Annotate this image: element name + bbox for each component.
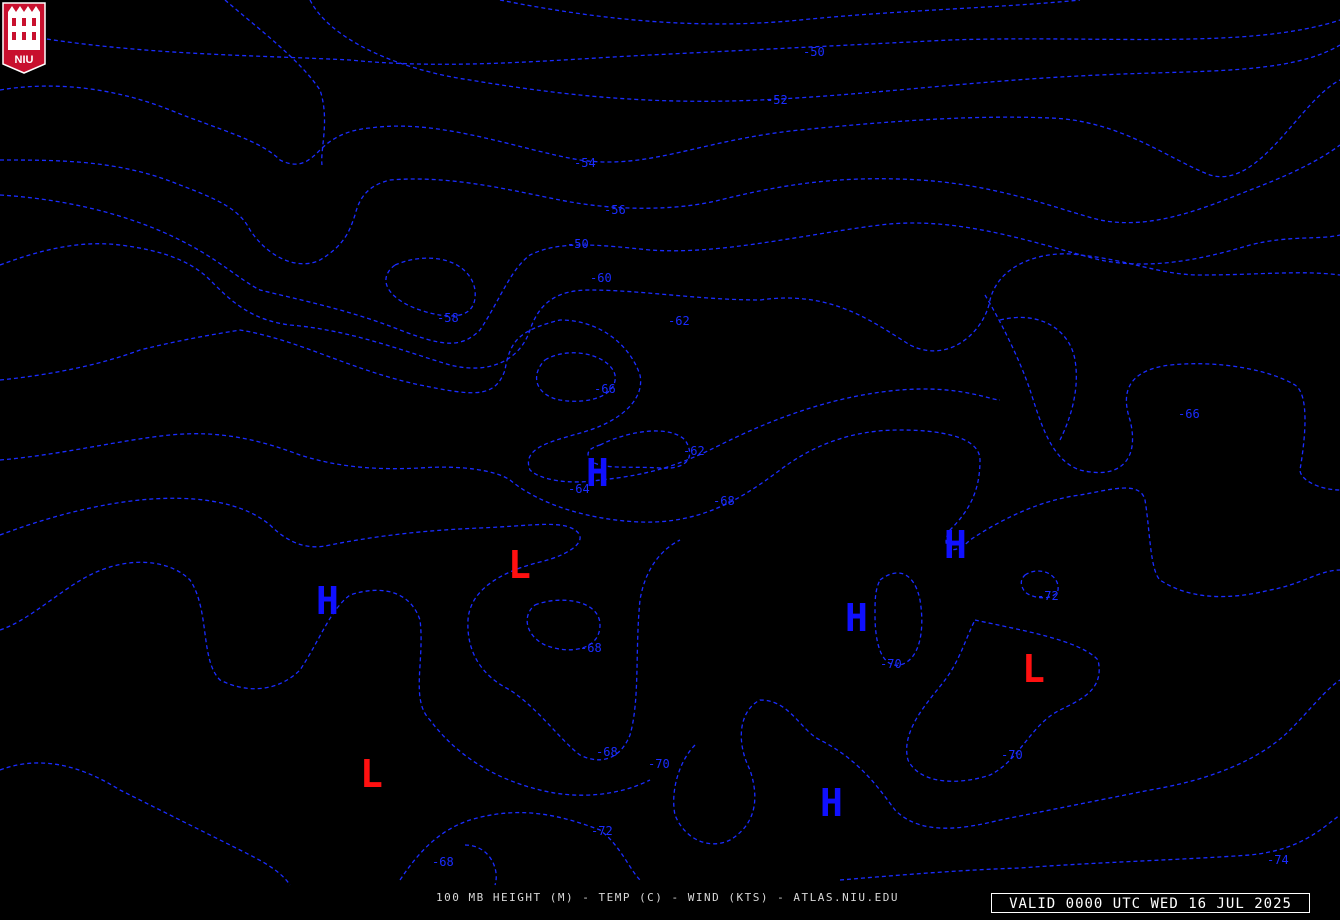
isotherm-label: -58: [437, 311, 459, 325]
isotherm-line: [399, 811, 641, 881]
isotherm-line: [984, 294, 1340, 491]
isotherm-labels: -50 -52 -54 -56 -50 -60 -58 -62 -66 -62 …: [432, 45, 1289, 869]
isotherm-line: [464, 844, 497, 886]
logo-text: NIU: [15, 54, 34, 66]
isotherm-label: -68: [580, 641, 602, 655]
isotherm-label: -74: [1267, 853, 1289, 867]
isotherm-lines: [0, 0, 1340, 886]
isotherm-line: [385, 257, 476, 317]
isotherm-line: [0, 497, 681, 761]
isotherm-label: -62: [683, 444, 705, 458]
isotherm-line: [224, 0, 326, 166]
isotherm-label: -52: [766, 93, 788, 107]
isotherm-label: -50: [803, 45, 825, 59]
isotherm-line: [874, 572, 923, 666]
low-pressure-center: L: [1022, 647, 1045, 691]
isotherm-label: -68: [596, 745, 618, 759]
isotherm-line: [0, 762, 291, 886]
isotherm-label: -72: [1037, 589, 1059, 603]
map-caption: 100 MB HEIGHT (M) - TEMP (C) - WIND (KTS…: [436, 891, 899, 904]
isotherm-line: [0, 243, 1340, 369]
high-pressure-center: H: [316, 579, 339, 623]
isotherm-line: [499, 0, 1081, 25]
isotherm-line: [999, 316, 1077, 441]
isotherm-label: -60: [590, 271, 612, 285]
isotherm-label: -68: [432, 855, 454, 869]
weather-map: -50 -52 -54 -56 -50 -60 -58 -62 -66 -62 …: [0, 0, 1340, 886]
isotherm-label: -68: [713, 494, 735, 508]
high-pressure-center: H: [586, 451, 609, 495]
high-pressure-center: H: [845, 596, 868, 640]
isotherm-label: -62: [668, 314, 690, 328]
high-pressure-center: H: [820, 781, 843, 825]
isotherm-label: -56: [604, 203, 626, 217]
isotherm-line: [309, 0, 1340, 102]
isotherm-label: -70: [648, 757, 670, 771]
isotherm-line: [839, 814, 1340, 881]
low-pressure-center: L: [508, 543, 531, 587]
isotherm-label: -66: [1178, 407, 1200, 421]
high-pressure-center: H: [944, 523, 967, 567]
isotherm-line: [0, 144, 1340, 265]
niu-logo: NIU: [2, 2, 46, 74]
low-pressure-center: L: [360, 752, 383, 796]
isotherm-label: -70: [1001, 748, 1023, 762]
isotherm-line: [39, 19, 1340, 65]
isotherm-label: -66: [594, 382, 616, 396]
isotherm-line: [0, 429, 1340, 598]
isotherm-line: [0, 319, 1001, 483]
isotherm-label: -72: [591, 824, 613, 838]
isotherm-line: [0, 79, 1340, 178]
isotherm-label: -70: [880, 657, 902, 671]
valid-time-box: VALID 0000 UTC WED 16 JUL 2025: [991, 893, 1310, 913]
isotherm-label: -50: [567, 237, 589, 251]
isotherm-label: -54: [574, 156, 596, 170]
